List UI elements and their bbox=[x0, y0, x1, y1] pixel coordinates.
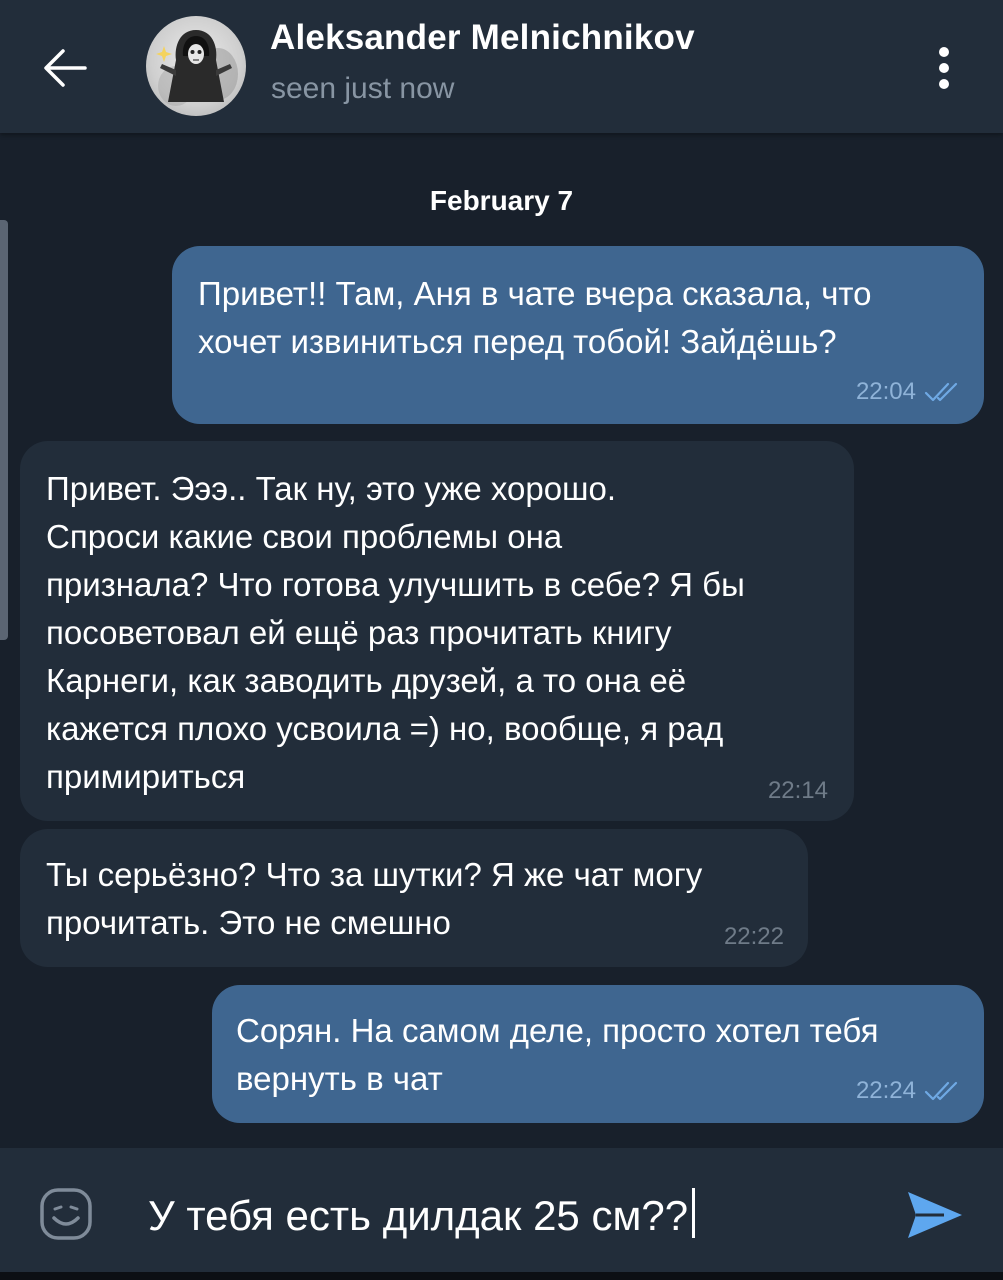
double-check-icon bbox=[924, 382, 958, 402]
chat-title[interactable]: Aleksander Melnichnikov bbox=[270, 18, 695, 58]
message-meta: 22:24 bbox=[856, 1077, 960, 1105]
message-time: 22:14 bbox=[767, 777, 828, 804]
message-text: Ты серьёзно? Что за шутки? Я же чат могу… bbox=[46, 856, 703, 941]
message-text: Привет. Эээ.. Так ну, это уже хорошо. Сп… bbox=[46, 470, 745, 795]
emoji-icon bbox=[40, 1188, 92, 1240]
message-meta: 22:22 bbox=[724, 923, 784, 951]
message-meta: 22:14 bbox=[768, 777, 828, 805]
message-time: 22:04 bbox=[855, 378, 916, 405]
back-button[interactable] bbox=[36, 40, 92, 96]
message-time: 22:24 bbox=[855, 1077, 916, 1104]
emoji-button[interactable] bbox=[36, 1184, 96, 1244]
message-meta: 22:04 bbox=[856, 378, 960, 406]
more-options-button[interactable] bbox=[920, 38, 968, 98]
message-text: Привет!! Там, Аня в чате вчера сказала, … bbox=[198, 275, 872, 360]
more-vertical-icon bbox=[939, 47, 949, 89]
arrow-left-icon bbox=[44, 49, 87, 87]
message-input-value: У тебя есть дилдак 25 см?? bbox=[148, 1192, 689, 1239]
bottom-edge bbox=[0, 1272, 1003, 1280]
date-separator: February 7 bbox=[429, 185, 574, 216]
message-input[interactable]: У тебя есть дилдак 25 см?? bbox=[148, 1188, 848, 1242]
chat-header: Aleksander Melnichnikov seen just now bbox=[0, 0, 1003, 133]
message-bubble-incoming[interactable]: Привет. Эээ.. Так ну, это уже хорошо. Сп… bbox=[20, 441, 854, 821]
message-composer: У тебя есть дилдак 25 см?? bbox=[0, 1148, 1003, 1280]
message-bubble-outgoing[interactable]: Сорян. На самом деле, просто хотел тебя … bbox=[212, 985, 984, 1123]
send-button[interactable] bbox=[900, 1180, 970, 1250]
text-caret bbox=[692, 1188, 696, 1238]
message-text: Сорян. На самом деле, просто хотел тебя … bbox=[236, 1012, 879, 1097]
double-check-icon bbox=[924, 1081, 958, 1101]
avatar[interactable] bbox=[146, 16, 246, 116]
chat-scrollbar[interactable] bbox=[0, 220, 8, 640]
message-time: 22:22 bbox=[723, 923, 784, 950]
message-bubble-incoming[interactable]: Ты серьёзно? Что за шутки? Я же чат могу… bbox=[20, 829, 808, 967]
message-bubble-outgoing[interactable]: Привет!! Там, Аня в чате вчера сказала, … bbox=[172, 246, 984, 424]
reaper-avatar-image bbox=[156, 30, 238, 106]
send-icon bbox=[908, 1192, 962, 1238]
last-seen-status: seen just now bbox=[271, 72, 455, 105]
